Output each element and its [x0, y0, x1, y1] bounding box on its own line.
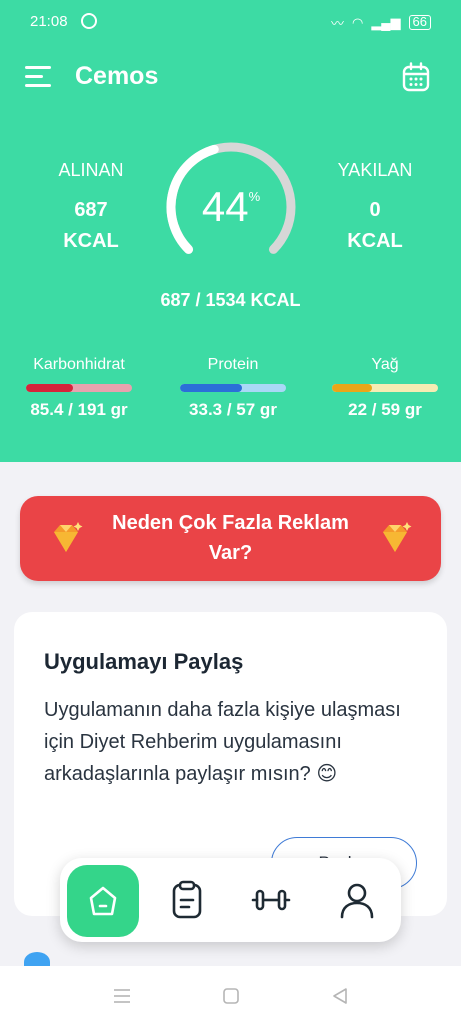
calorie-percent-value: 44 — [201, 183, 249, 230]
macro-amount: 85.4 / 191 gr — [30, 400, 128, 419]
battery-icon: 66 — [408, 15, 431, 30]
burned-unit: KCAL — [347, 230, 403, 252]
nav-home-button[interactable] — [67, 865, 139, 937]
macro-progress-bar — [180, 384, 286, 392]
dumbbell-icon[interactable] — [251, 880, 291, 920]
diamond-icon — [54, 522, 83, 552]
burned-value: 0 — [369, 199, 381, 221]
calendar-icon[interactable] — [402, 62, 430, 92]
taken-value: 687 — [74, 199, 108, 221]
vibrate-icon: 〰 — [330, 16, 344, 31]
percent-sign: % — [248, 189, 261, 204]
ad-banner-text: Neden Çok Fazla Reklam Var? — [112, 512, 349, 564]
calorie-total: 687 / 1534 KCAL — [160, 290, 301, 310]
taken-unit: KCAL — [63, 230, 119, 252]
system-navigation-bar — [0, 966, 461, 1024]
summary-header: 21:08 〰 ◠ ▂▄▆ 66 Cemos ALINAN 687 KCAL 4… — [0, 0, 461, 462]
share-card-title: Uygulamayı Paylaş — [44, 649, 244, 674]
taken-label: ALINAN — [58, 160, 124, 180]
calorie-percent: 44% — [164, 183, 298, 231]
burned-calories: YAKILAN 0 KCAL — [320, 160, 430, 257]
macro-name: Protein — [207, 356, 259, 373]
burned-label: YAKILAN — [337, 160, 413, 180]
system-icons: 〰 ◠ ▂▄▆ 66 — [331, 13, 431, 32]
clipboard-icon[interactable] — [167, 880, 207, 920]
macro-amount: 22 / 59 gr — [348, 400, 422, 419]
home-icon — [89, 886, 117, 916]
home-system-icon[interactable] — [222, 988, 240, 1004]
menu-icon[interactable] — [25, 66, 51, 88]
macro-protein: Protein 33.3 / 57 gr — [168, 356, 298, 420]
bottom-navigation — [60, 858, 401, 942]
status-bar: 21:08 〰 ◠ ▂▄▆ 66 — [0, 0, 461, 44]
macro-progress-bar — [26, 384, 132, 392]
macro-progress-bar — [332, 384, 438, 392]
macro-fat: Yağ 22 / 59 gr — [320, 356, 450, 420]
share-card-body: Uygulamanın daha fazla kişiye ulaşması i… — [44, 699, 401, 785]
taken-calories: ALINAN 687 KCAL — [36, 160, 146, 257]
status-time: 21:08 — [30, 13, 68, 30]
profile-icon[interactable] — [337, 880, 377, 920]
app-bar: Cemos — [0, 50, 461, 106]
diamond-icon — [383, 522, 412, 552]
signal-icon: ▂▄▆ — [371, 14, 401, 30]
app-title: Cemos — [75, 62, 159, 90]
wifi-icon: ◠ — [351, 14, 364, 30]
whatsapp-notification-icon — [81, 13, 97, 29]
macro-amount: 33.3 / 57 gr — [189, 400, 277, 419]
recents-icon[interactable] — [113, 988, 131, 1004]
macro-name: Yağ — [371, 356, 399, 373]
macro-carbohydrate: Karbonhidrat 85.4 / 191 gr — [14, 356, 144, 420]
macro-name: Karbonhidrat — [33, 356, 125, 373]
back-icon[interactable] — [331, 988, 349, 1004]
ad-info-banner[interactable]: Neden Çok Fazla Reklam Var? — [20, 496, 441, 581]
